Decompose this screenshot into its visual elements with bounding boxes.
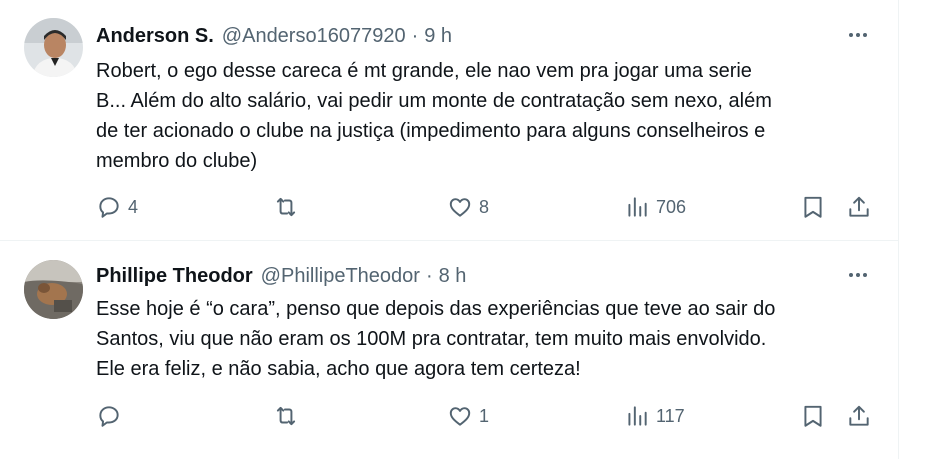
avatar[interactable] — [24, 260, 83, 319]
more-options-button[interactable] — [843, 22, 873, 48]
views-button[interactable]: 706 — [624, 194, 686, 220]
like-count: 1 — [479, 405, 490, 426]
author-name[interactable]: Anderson S. — [96, 25, 214, 48]
retweet-button[interactable] — [273, 194, 305, 220]
analytics-icon — [628, 197, 647, 217]
like-button[interactable]: 8 — [447, 194, 489, 220]
bookmark-icon — [804, 196, 822, 218]
author-name[interactable]: Phillipe Theodor — [96, 265, 253, 288]
tweet-text: Esse hoje é “o cara”, penso que depois d… — [96, 298, 776, 380]
author-handle[interactable]: @PhillipeTheodor — [261, 265, 420, 288]
tweet-feed: Anderson S. @Anderso16077920 · 9 h Rober… — [0, 0, 899, 459]
more-icon — [849, 273, 867, 277]
view-count: 117 — [656, 405, 685, 426]
views-button[interactable]: 117 — [624, 403, 685, 429]
heart-icon — [449, 198, 471, 217]
person-photo-icon — [24, 18, 83, 77]
share-button[interactable] — [846, 403, 872, 429]
tweet[interactable]: Anderson S. @Anderso16077920 · 9 h Rober… — [0, 0, 899, 240]
reply-count: 4 — [128, 196, 139, 217]
view-count: 706 — [656, 196, 687, 217]
share-icon — [849, 196, 869, 217]
tweet-header: Anderson S. @Anderso16077920 · 9 h — [96, 23, 452, 49]
tweet-header: Phillipe Theodor @PhillipeTheodor · 8 h — [96, 263, 466, 289]
share-icon — [849, 405, 869, 426]
retweet-icon — [276, 197, 296, 217]
heart-icon — [449, 407, 471, 426]
author-handle[interactable]: @Anderso16077920 — [222, 25, 406, 48]
like-button[interactable]: 1 — [447, 403, 489, 429]
dog-photo-icon — [24, 260, 83, 319]
retweet-button[interactable] — [273, 403, 305, 429]
more-options-button[interactable] — [843, 262, 873, 288]
analytics-icon — [628, 406, 647, 426]
reply-button[interactable] — [96, 403, 128, 429]
avatar[interactable] — [24, 18, 83, 77]
reply-icon — [99, 197, 119, 218]
bookmark-icon — [804, 405, 822, 427]
tweet[interactable]: Phillipe Theodor @PhillipeTheodor · 8 h … — [0, 240, 899, 459]
separator: · — [411, 24, 419, 47]
bookmark-button[interactable] — [800, 194, 826, 220]
timestamp[interactable]: 8 h — [439, 265, 467, 288]
more-icon — [849, 33, 867, 37]
like-count: 8 — [479, 196, 490, 217]
timestamp[interactable]: 9 h — [424, 25, 452, 48]
tweet-text: Robert, o ego desse careca é mt grande, … — [96, 60, 772, 172]
retweet-icon — [276, 406, 296, 426]
bookmark-button[interactable] — [800, 403, 826, 429]
separator: · — [425, 264, 433, 287]
share-button[interactable] — [846, 194, 872, 220]
reply-icon — [99, 406, 119, 427]
reply-button[interactable]: 4 — [96, 194, 138, 220]
